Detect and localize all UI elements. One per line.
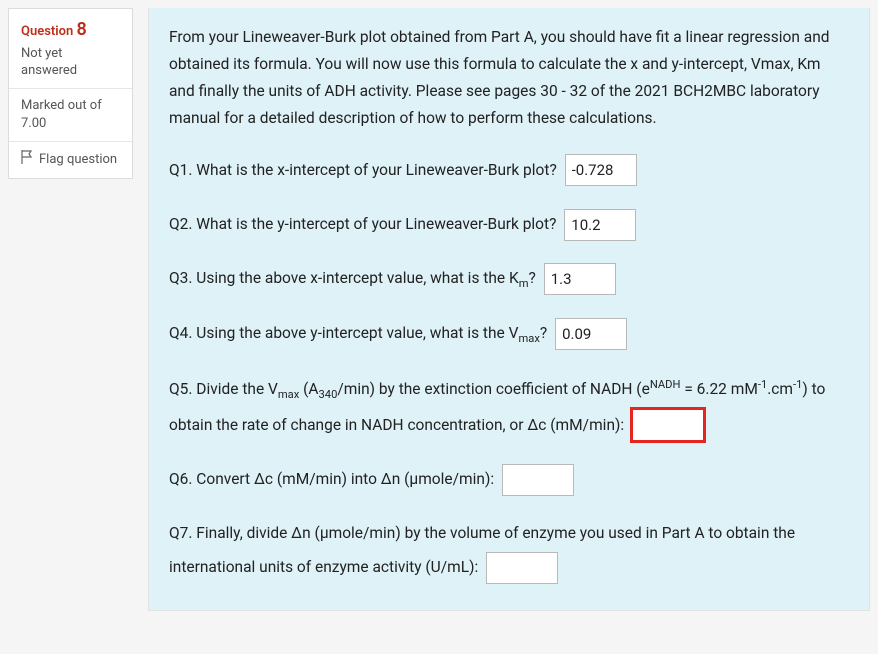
sub-question-5: Q5. Divide the Vmax (A340/min) by the ex…	[169, 372, 849, 442]
q4-input[interactable]	[555, 318, 627, 350]
sub-question-3: Q3. Using the above x-intercept value, w…	[169, 261, 849, 297]
question-status: Not yet answered	[21, 46, 120, 80]
question-label: Question	[21, 24, 73, 39]
q7-text: Q7. Finally, divide Δn (µmole/min) by th…	[169, 524, 795, 576]
question-content: From your Lineweaver-Burk plot obtained …	[148, 8, 870, 611]
question-intro: From your Lineweaver-Burk plot obtained …	[169, 24, 849, 133]
q2-input[interactable]	[564, 209, 636, 241]
flag-icon	[21, 150, 33, 168]
marked-out-of: Marked out of 7.00	[21, 97, 120, 133]
q1-text: Q1. What is the x-intercept of your Line…	[169, 161, 557, 179]
sub-question-1: Q1. What is the x-intercept of your Line…	[169, 153, 849, 187]
q5-input[interactable]	[632, 409, 704, 441]
question-title: Question 8	[21, 19, 120, 40]
question-info-panel: Question 8 Not yet answered Marked out o…	[8, 8, 133, 179]
q2-text: Q2. What is the y-intercept of your Line…	[169, 215, 556, 233]
sub-question-7: Q7. Finally, divide Δn (µmole/min) by th…	[169, 516, 849, 584]
q7-input[interactable]	[486, 552, 558, 584]
sub-question-2: Q2. What is the y-intercept of your Line…	[169, 207, 849, 241]
q3-input[interactable]	[544, 263, 616, 295]
flag-label: Flag question	[39, 152, 117, 167]
q6-input[interactable]	[502, 464, 574, 496]
divider	[9, 88, 132, 89]
q1-input[interactable]	[565, 154, 637, 186]
question-number: 8	[77, 19, 87, 40]
q6-text: Q6. Convert Δc (mM/min) into Δn (µmole/m…	[169, 470, 494, 488]
sub-question-4: Q4. Using the above y-intercept value, w…	[169, 316, 849, 352]
sub-question-6: Q6. Convert Δc (mM/min) into Δn (µmole/m…	[169, 462, 849, 496]
divider	[9, 141, 132, 142]
flag-question-link[interactable]: Flag question	[21, 150, 120, 168]
